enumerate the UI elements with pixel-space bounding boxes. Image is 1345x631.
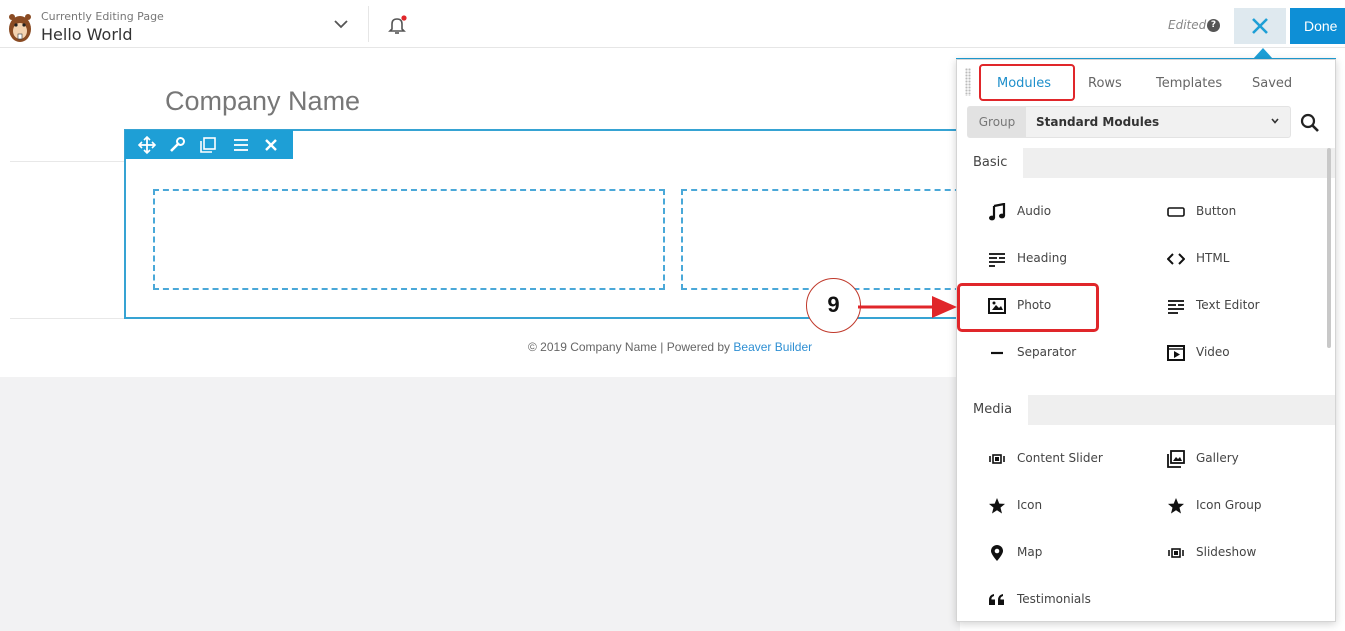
tab-saved[interactable]: Saved xyxy=(1252,76,1292,91)
tab-rows[interactable]: Rows xyxy=(1088,76,1122,91)
chevron-down-icon xyxy=(1271,118,1279,124)
site-footer: © 2019 Company Name | Powered by Beaver … xyxy=(528,340,812,354)
site-company-name: Company Name xyxy=(165,86,361,116)
star-icon xyxy=(1168,498,1184,514)
divider xyxy=(368,6,369,42)
section-title: Basic xyxy=(957,148,1024,178)
panel-scrollbar[interactable] xyxy=(1327,148,1331,348)
beaver-logo-icon xyxy=(9,14,31,42)
module-label: Testimonials xyxy=(1017,592,1091,606)
menu-icon[interactable] xyxy=(231,135,251,155)
modules-tab-highlight xyxy=(979,64,1075,101)
module-label: Button xyxy=(1196,204,1237,218)
gallery-icon xyxy=(1167,450,1185,468)
notification-bell-icon[interactable] xyxy=(386,14,408,36)
heading-icon xyxy=(989,253,1005,267)
page-background xyxy=(0,377,960,631)
wrench-icon[interactable] xyxy=(167,135,187,155)
quote-icon xyxy=(989,594,1004,605)
module-label: Video xyxy=(1196,345,1230,359)
divider xyxy=(10,161,125,162)
column-drop-zone[interactable] xyxy=(153,189,665,290)
footer-copyright: © 2019 Company Name | Powered by xyxy=(528,340,734,354)
duplicate-icon[interactable] xyxy=(198,135,218,155)
edited-status: Edited xyxy=(1168,18,1207,32)
group-value: Standard Modules xyxy=(1036,115,1160,129)
section-header-basic: Basic xyxy=(957,148,1335,178)
section-header-media: Media xyxy=(957,395,1335,425)
module-label: Map xyxy=(1017,545,1043,559)
panel-pointer xyxy=(1253,48,1273,59)
module-label: Separator xyxy=(1017,345,1077,359)
module-label: Gallery xyxy=(1196,451,1239,465)
close-panel-button[interactable] xyxy=(1234,8,1286,44)
photo-module-highlight xyxy=(957,283,1099,332)
arrow-right-icon xyxy=(858,296,957,318)
video-icon xyxy=(1167,345,1185,361)
separator-icon xyxy=(991,351,1003,355)
module-label: Content Slider xyxy=(1017,451,1103,465)
music-note-icon xyxy=(989,203,1006,221)
button-icon xyxy=(1167,207,1185,217)
done-button[interactable]: Done xyxy=(1290,8,1345,44)
row-toolbar xyxy=(125,130,293,159)
module-label: Icon Group xyxy=(1196,498,1262,512)
group-label: Group xyxy=(968,107,1026,137)
search-icon[interactable] xyxy=(1299,112,1321,134)
text-editor-icon xyxy=(1168,300,1184,314)
help-icon[interactable]: ? xyxy=(1207,19,1220,32)
drag-handle-icon[interactable] xyxy=(965,68,971,96)
slider-icon xyxy=(989,454,1005,464)
top-bar: Currently Editing Page Hello World Edite… xyxy=(0,0,1345,48)
close-icon xyxy=(1252,18,1268,34)
column-drop-zone[interactable] xyxy=(681,189,971,290)
code-icon xyxy=(1167,253,1185,265)
map-pin-icon xyxy=(991,545,1003,561)
module-label: HTML xyxy=(1196,251,1230,265)
module-label: Text Editor xyxy=(1196,298,1260,312)
slideshow-icon xyxy=(1168,548,1184,558)
content-panel: Modules Rows Templates Saved Group Stand… xyxy=(956,59,1336,622)
module-label: Heading xyxy=(1017,251,1067,265)
module-label: Icon xyxy=(1017,498,1043,512)
module-label: Audio xyxy=(1017,204,1052,218)
remove-icon[interactable] xyxy=(261,135,281,155)
editing-label: Currently Editing Page xyxy=(41,10,164,23)
star-icon xyxy=(989,498,1005,514)
chevron-down-icon[interactable] xyxy=(332,17,350,31)
step-number-badge: 9 xyxy=(806,278,861,333)
page-title: Hello World xyxy=(41,25,133,44)
group-select[interactable]: Group Standard Modules xyxy=(967,106,1291,138)
module-label: Slideshow xyxy=(1196,545,1257,559)
footer-link[interactable]: Beaver Builder xyxy=(733,340,812,354)
section-title: Media xyxy=(957,395,1029,425)
tab-templates[interactable]: Templates xyxy=(1156,76,1222,91)
move-icon[interactable] xyxy=(137,135,157,155)
